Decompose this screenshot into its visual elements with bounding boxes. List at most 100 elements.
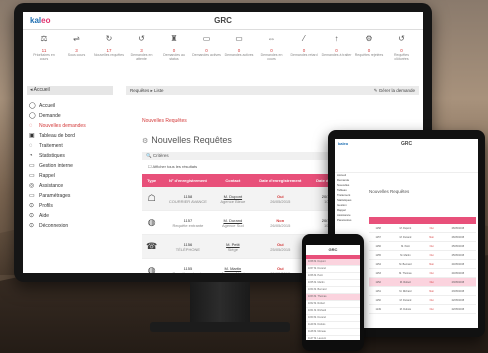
menu-icon: ◯ — [29, 113, 36, 119]
sidebar-item-label: Déconnexion — [39, 223, 69, 229]
menu-icon: ⊙ — [29, 203, 35, 209]
module-tile[interactable]: ↺ 0 Requêtes clôturées — [387, 34, 417, 61]
phone-list: 1158 M. Dupont 1157 M. Durand 1156 M. Peti… — [306, 259, 360, 340]
sidebar-item-label: Assistance — [39, 183, 64, 189]
tablet-cell: M. Martin — [387, 250, 424, 260]
column-header[interactable]: Type — [142, 174, 162, 187]
tablet-cell: 1149 — [369, 304, 388, 314]
column-header[interactable]: Contact — [214, 174, 252, 187]
tablet-cell: 23/05/2015 — [439, 286, 476, 296]
tablet-cell: Oui — [423, 224, 440, 233]
tablet-table-row[interactable]: 1151 M. Richard Non 23/05/2015 — [369, 286, 476, 296]
sidebar: ◂ Accueil ◯ Accueil ◯ Demande ◌ Nouvelles dem… — [23, 84, 118, 273]
module-tile[interactable]: ⇌ 3 Sous cours — [62, 34, 92, 57]
phone-list-item[interactable]: 1153 M. Thomas — [306, 294, 360, 301]
tablet-cell: 1154 — [369, 259, 388, 269]
module-tile[interactable]: ♜ 0 Demandes au status — [159, 34, 189, 61]
table-row[interactable]: ◍ 1157 Requête entrante M. Durand Agence S… — [142, 210, 354, 235]
contact-cell[interactable]: M. Petit Siège — [214, 234, 252, 259]
tablet-table-row[interactable]: 1153 M. Thomas Oui 24/05/2015 — [369, 268, 476, 278]
module-tile[interactable]: ⚖ 11 Prioritaires en cours — [29, 34, 59, 61]
request-type-icon: ◍ — [147, 265, 156, 273]
sidebar-item[interactable]: ▣ Tableau de bord — [29, 131, 115, 141]
phone-title: GRC — [328, 247, 338, 252]
sidebar-item[interactable]: ▭ Paramétrages — [29, 191, 115, 201]
module-icon: ▭ — [235, 34, 243, 43]
sidebar-item-label: Aide — [39, 213, 50, 219]
module-tile[interactable]: ▭ 0 Demandes actives — [192, 34, 222, 57]
column-header[interactable]: Date d'enregistrement — [251, 174, 310, 187]
sidebar-item[interactable]: ▭ Gestion interne — [29, 161, 115, 171]
menu-icon: ▭ — [29, 163, 35, 169]
phone-list-item[interactable]: 1155 M. Martin — [306, 280, 360, 287]
module-tile[interactable]: ⚙ 0 Requêtes rejetées — [354, 34, 384, 57]
sidebar-item[interactable]: ⊙ Aide — [29, 211, 115, 221]
module-tile[interactable]: ⇔ 0 Demandes en cours — [257, 34, 287, 61]
module-tile[interactable]: ⁄ 0 Demandes retard — [289, 34, 319, 57]
tablet-cell: Oui — [423, 304, 440, 314]
contact-cell[interactable]: M. Durand Agence Sud — [214, 210, 252, 235]
sidebar-item[interactable]: ▭ Rappel — [29, 171, 115, 181]
command-bar: Requêtes ▸ Liste ✎ Gérer la demande — [126, 86, 419, 95]
tablet-cell: 1153 — [369, 268, 388, 278]
phone-list-item[interactable]: 1147 M. Laurent — [306, 336, 360, 340]
sidebar-item[interactable]: ◔ Statistiques — [29, 151, 115, 161]
module-label: Demandes actives — [192, 53, 221, 57]
tablet-sidebar-item[interactable]: Paramètres — [335, 218, 365, 223]
contact-cell[interactable]: M. Martin Agence Nord — [214, 258, 252, 273]
monitor-stand — [190, 282, 250, 326]
manage-request-button[interactable]: ✎ Gérer la demande — [374, 86, 415, 95]
date-cell: Oui 25/05/2015 — [251, 234, 310, 259]
sidebar-item[interactable]: ◌ Nouvelles demandes — [29, 121, 115, 131]
tablet-table-row[interactable]: 1158 M. Dupont Oui 26/05/2015 — [369, 224, 476, 233]
back-button[interactable]: ◂ Accueil — [27, 86, 113, 95]
module-icon: ⇌ — [73, 34, 80, 43]
phone-list-item[interactable]: 1150 M. Durand — [306, 315, 360, 322]
phone-list-item[interactable]: 1151 M. Richard — [306, 308, 360, 315]
sidebar-item[interactable]: ◌ Traitement — [29, 141, 115, 151]
tablet-table-row[interactable]: 1150 M. Durand Oui 22/05/2015 — [369, 295, 476, 305]
sidebar-item-label: Traitement — [39, 143, 63, 149]
table-row[interactable]: ☖ 1158 COURRIER AVANCE M. Dupont Agence Bl… — [142, 187, 354, 211]
module-tile[interactable]: ↑ 0 Demandes à traiter — [322, 34, 352, 57]
sidebar-item[interactable]: ⊙ Déconnexion — [29, 221, 115, 231]
type-cell: ☎ — [142, 234, 162, 259]
phone-list-item[interactable]: 1158 M. Dupont — [306, 259, 360, 266]
phone-list-item[interactable]: 1157 M. Durand — [306, 266, 360, 273]
breadcrumb[interactable]: Requêtes ▸ Liste — [130, 86, 164, 95]
phone-list-item[interactable]: 1149 M. Dubois — [306, 322, 360, 329]
module-tile[interactable]: ↻ 17 Nouvelles requêtes — [94, 34, 124, 57]
tablet-cell: 24/05/2015 — [439, 268, 476, 278]
module-icon: ♜ — [170, 34, 178, 43]
tablet-table-row[interactable]: 1154 M. Bernard Non 24/05/2015 — [369, 259, 476, 269]
sidebar-item[interactable]: ◎ Assistance — [29, 181, 115, 191]
menu-icon: ◌ — [29, 123, 33, 129]
show-all-checkbox[interactable]: ☐ Afficher tous les résultats — [148, 164, 197, 169]
module-icon: ↺ — [398, 34, 405, 43]
phone-list-item[interactable]: 1156 M. Petit — [306, 273, 360, 280]
sidebar-item[interactable]: ◯ Demande — [29, 111, 115, 121]
tablet-table-row[interactable]: 1156 M. Petit Oui 25/05/2015 — [369, 241, 476, 251]
tablet-table-row[interactable]: 1155 M. Martin Oui 25/05/2015 — [369, 250, 476, 260]
tablet-cell: 1155 — [369, 250, 388, 260]
sidebar-item-label: Demande — [39, 113, 61, 119]
sidebar-item[interactable]: ◯ Accueil — [29, 101, 115, 111]
tablet-table-row[interactable]: 1152 M. Robert Oui 23/05/2015 — [369, 277, 476, 287]
phone-list-item[interactable]: 1148 M. Moreau — [306, 329, 360, 336]
tablet-table-row[interactable]: 1149 M. Dubois Oui 22/05/2015 — [369, 304, 476, 314]
column-header[interactable]: N° d'enregistrement — [161, 174, 215, 187]
contact-cell[interactable]: M. Dupont Agence Bleue — [214, 187, 252, 211]
sidebar-item[interactable]: ⊙ Profils — [29, 201, 115, 211]
date-cell: Non 26/05/2015 — [251, 210, 310, 235]
module-label: Requêtes clôturées — [394, 53, 409, 61]
tablet-cell: Oui — [423, 277, 440, 287]
module-tile[interactable]: ▭ 0 Demandes actives — [224, 34, 254, 57]
phone-list-item[interactable]: 1154 M. Bernard — [306, 287, 360, 294]
tablet-table-row[interactable]: 1157 M. Durand Non 26/05/2015 — [369, 232, 476, 242]
section-link[interactable]: Nouvelles Requêtes — [142, 118, 187, 124]
menu-icon: ▭ — [29, 193, 35, 199]
module-tile[interactable]: ↺ 3 Demandes en attente — [127, 34, 157, 61]
phone-list-item[interactable]: 1152 M. Robert — [306, 301, 360, 308]
module-icon: ▭ — [202, 34, 211, 43]
filter-bar[interactable]: 🔍 Critères — [142, 152, 354, 160]
